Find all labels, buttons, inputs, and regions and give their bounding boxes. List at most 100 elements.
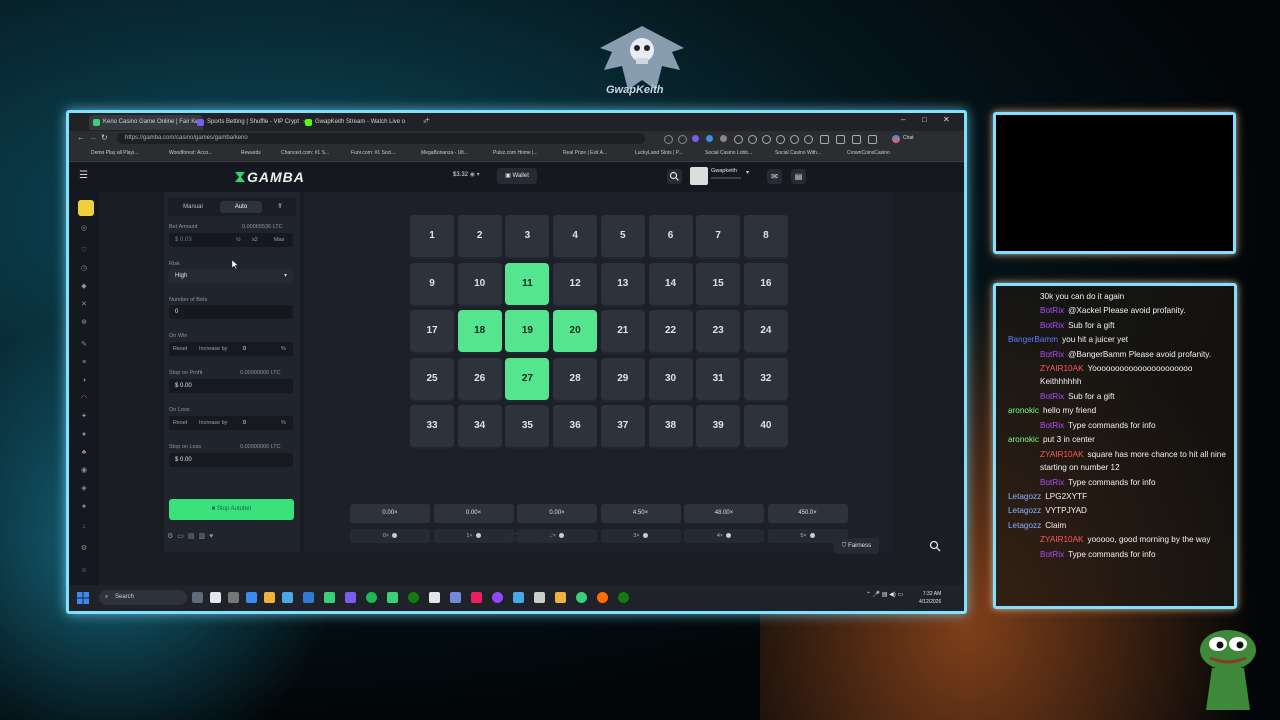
- sidebar-table-icon[interactable]: ≡: [79, 358, 89, 368]
- chat-username[interactable]: ZYAIR10AK: [1040, 535, 1084, 544]
- sidebar-live-icon[interactable]: ◑: [79, 376, 89, 386]
- chat-username[interactable]: BotRix: [1040, 550, 1064, 559]
- keno-tile-33[interactable]: 33: [410, 405, 454, 447]
- taskbar-app-icon[interactable]: [345, 592, 356, 603]
- minimize-icon[interactable]: –: [901, 115, 905, 124]
- extension-icon[interactable]: [692, 135, 699, 142]
- on-loss-value[interactable]: 0: [243, 416, 246, 430]
- stop-on-profit-input[interactable]: $ 0.00: [169, 379, 293, 393]
- number-of-bets-input[interactable]: 0: [169, 305, 293, 319]
- forward-icon[interactable]: →: [89, 133, 97, 142]
- keno-tile-13[interactable]: 13: [600, 262, 645, 305]
- xbox-icon[interactable]: [618, 592, 629, 603]
- chat-username[interactable]: BotRix: [1040, 421, 1064, 430]
- taskbar-clock[interactable]: 7:32 AM 4/12/2026: [919, 590, 941, 606]
- sidebar-popular-icon[interactable]: ●: [79, 430, 89, 440]
- site-search-button[interactable]: [667, 169, 682, 184]
- wallet-button[interactable]: ▣ Wallet: [497, 168, 537, 184]
- chat-username[interactable]: ZYAIR10AK: [1040, 450, 1084, 459]
- sidebar-casino-icon[interactable]: [78, 200, 94, 216]
- on-win-increase-button[interactable]: Increase by: [199, 342, 227, 356]
- balance-display[interactable]: $3.32 ◉ ▾: [453, 171, 480, 178]
- chat-username[interactable]: BotRix: [1040, 306, 1064, 315]
- stats-icon[interactable]: ▥: [199, 533, 210, 540]
- taskbar-app-icon[interactable]: [228, 592, 239, 603]
- keno-tile-9[interactable]: 9: [410, 262, 454, 305]
- profile-avatar-icon[interactable]: [892, 135, 900, 143]
- instant-bet-icon[interactable]: ff: [270, 201, 290, 213]
- extension-icon[interactable]: [820, 135, 829, 144]
- theatre-icon[interactable]: ▭: [177, 533, 188, 540]
- keno-tile-21[interactable]: 21: [600, 310, 645, 352]
- tab-shuffle[interactable]: Sports Betting | Shuffle - VIP Crypt ×: [193, 115, 311, 130]
- keno-tile-23[interactable]: 23: [696, 310, 741, 352]
- chat-username[interactable]: aronokic: [1008, 406, 1039, 415]
- taskbar-app-icon[interactable]: [513, 592, 524, 603]
- max-bet-button[interactable]: Max: [274, 237, 284, 243]
- sidebar-recent-icon[interactable]: ◷: [79, 264, 89, 274]
- back-icon[interactable]: ←: [77, 133, 85, 142]
- taskbar-app-icon[interactable]: [246, 592, 257, 603]
- tab-auto[interactable]: Auto: [220, 201, 262, 213]
- keno-tile-40[interactable]: 40: [743, 405, 788, 447]
- sidebar-profile-icon[interactable]: ☺: [79, 566, 89, 576]
- sidebar-poker-icon[interactable]: ♣: [79, 448, 89, 458]
- stop-on-loss-input[interactable]: $ 0.00: [169, 453, 293, 467]
- keno-tile-8[interactable]: 8: [743, 215, 788, 257]
- bookmark-item[interactable]: Pulsz.com Home |...: [493, 150, 538, 156]
- tab-keno[interactable]: Keno Casino Game Online | Fair Ke ×: [89, 115, 203, 130]
- sidebar-slots-icon[interactable]: ✎: [79, 340, 89, 350]
- sidebar-dice-icon[interactable]: ⊕: [79, 318, 89, 328]
- tab-stream[interactable]: GwapKeith Stream - Watch Live o ×: [301, 115, 431, 130]
- keno-tile-24[interactable]: 24: [743, 310, 788, 352]
- taskbar-app-icon[interactable]: [471, 592, 482, 603]
- bookmark-item[interactable]: Woodforest: Acco...: [169, 150, 212, 156]
- file-explorer-icon[interactable]: [555, 592, 566, 603]
- keno-tile-20[interactable]: 20: [553, 310, 598, 352]
- extension-icon[interactable]: [664, 135, 673, 144]
- bookmark-item[interactable]: Real Prize | Exit A...: [563, 150, 607, 156]
- keno-tile-36[interactable]: 36: [553, 405, 598, 447]
- extension-icon[interactable]: [678, 135, 687, 144]
- keno-tile-1[interactable]: 1: [410, 215, 454, 257]
- taskbar-app-icon[interactable]: [282, 592, 293, 603]
- bookmark-item[interactable]: Demo Play all Playi...: [91, 150, 138, 156]
- keno-tile-34[interactable]: 34: [457, 405, 502, 447]
- keno-tile-7[interactable]: 7: [696, 215, 741, 257]
- double-bet-button[interactable]: x2: [252, 237, 258, 243]
- chat-username[interactable]: BotRix: [1040, 321, 1064, 330]
- bookmark-item[interactable]: Social Casino With...: [775, 150, 821, 156]
- taskbar-app-icon[interactable]: [597, 592, 608, 603]
- keno-tile-19[interactable]: 19: [505, 310, 550, 352]
- bookmark-item[interactable]: Social Casino Lobb...: [705, 150, 752, 156]
- keyboard-icon[interactable]: ▤: [188, 533, 199, 540]
- user-menu[interactable]: Gwapkeith ▾: [690, 166, 754, 188]
- chat-username[interactable]: Letagozz: [1008, 492, 1041, 501]
- extension-icon[interactable]: [790, 135, 799, 144]
- taskbar-app-icon[interactable]: [534, 592, 545, 603]
- keno-tile-39[interactable]: 39: [696, 405, 741, 447]
- fairness-button[interactable]: ⛉ Fairness: [834, 538, 879, 554]
- maximize-icon[interactable]: □: [922, 115, 927, 124]
- on-loss-increase-button[interactable]: Increase by: [199, 416, 227, 430]
- taskbar-app-icon[interactable]: [387, 592, 398, 603]
- half-bet-button[interactable]: ½: [236, 237, 241, 243]
- notifications-button[interactable]: ✉: [767, 169, 782, 184]
- sidebar-originals-icon[interactable]: ◆: [79, 282, 89, 292]
- taskbar-app-icon[interactable]: [210, 592, 221, 603]
- new-tab-button[interactable]: +: [425, 115, 430, 124]
- sidebar-settings-icon[interactable]: ⚙: [79, 544, 89, 554]
- keno-tile-14[interactable]: 14: [648, 262, 693, 305]
- chat-username[interactable]: BangerBamm: [1008, 335, 1058, 344]
- keno-tile-37[interactable]: 37: [600, 405, 645, 447]
- sidebar-crash-icon[interactable]: ✕: [79, 300, 89, 310]
- extension-icon[interactable]: [868, 135, 877, 144]
- keno-tile-3[interactable]: 3: [505, 215, 550, 257]
- keno-tile-16[interactable]: 16: [743, 262, 788, 305]
- on-win-reset-button[interactable]: Reset: [173, 342, 187, 356]
- close-window-icon[interactable]: ✕: [943, 115, 950, 124]
- keno-tile-29[interactable]: 29: [600, 357, 645, 400]
- risk-select[interactable]: High ▾: [169, 269, 293, 283]
- keno-tile-28[interactable]: 28: [553, 357, 598, 400]
- keno-tile-6[interactable]: 6: [648, 215, 693, 257]
